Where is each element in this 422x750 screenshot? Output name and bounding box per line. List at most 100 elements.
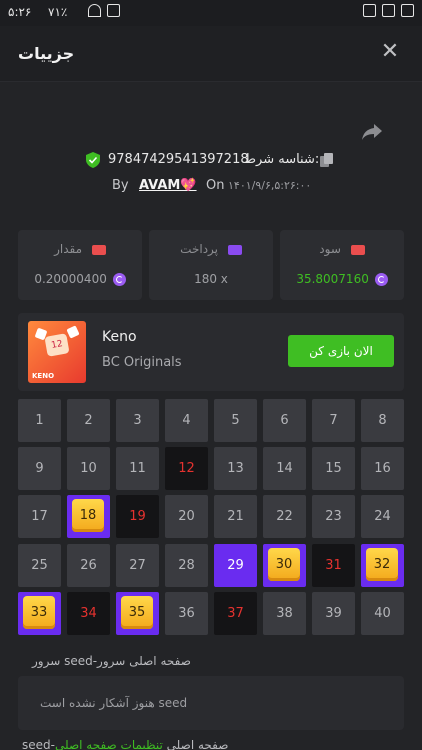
card-icon (227, 244, 242, 255)
number-label: 20 (178, 509, 195, 525)
wager-icon (91, 244, 106, 255)
number-cell-38[interactable]: 38 (263, 591, 306, 635)
image-icon (382, 4, 395, 17)
number-label: 28 (178, 557, 195, 573)
number-label: 6 (280, 413, 289, 428)
play-now-button[interactable]: الان بازی کن (288, 335, 394, 367)
number-label: 19 (129, 509, 146, 525)
number-label: 16 (374, 461, 391, 477)
number-cell-4[interactable]: 4 (165, 399, 208, 442)
stat-profit-value: 35.8007160 (296, 272, 369, 286)
number-cell-18[interactable]: 18 (67, 495, 110, 539)
thumb-logo-text: KENO (32, 372, 55, 380)
number-cell-19[interactable]: 19 (116, 495, 159, 539)
username-link[interactable]: AVAM💖 (139, 178, 197, 193)
stat-wager: مقدار 0.20000400 (18, 230, 142, 300)
number-cell-11[interactable]: 11 (116, 447, 159, 491)
number-label: 36 (178, 605, 195, 621)
number-cell-10[interactable]: 10 (67, 447, 110, 491)
settings-link[interactable]: تنظیمات صفحه اصلی (55, 738, 163, 750)
number-cell-26[interactable]: 26 (67, 543, 110, 587)
number-cell-21[interactable]: 21 (214, 495, 257, 539)
number-label: 26 (80, 557, 97, 573)
gallery-icon (401, 4, 414, 17)
number-cell-8[interactable]: 8 (361, 399, 404, 442)
server-seed-label: سرور seed-صفحه اصلی سرور (32, 654, 191, 668)
number-cell-3[interactable]: 3 (116, 399, 159, 442)
number-label: 4 (182, 413, 191, 428)
stat-payout: پرداخت 180 x (149, 230, 273, 300)
details-header: جزییات ✕ (0, 26, 422, 82)
keno-number-grid: 1 2 3 4 5 6 7 8 9 10 11 12 13 14 15 16 17 18 19 20 21 22 23 24 2… (18, 399, 404, 635)
number-cell-25[interactable]: 25 (18, 543, 61, 587)
number-label: 22 (276, 509, 293, 525)
number-cell-17[interactable]: 17 (18, 495, 61, 539)
hit-tile: 35 (121, 595, 153, 629)
number-cell-20[interactable]: 20 (165, 495, 208, 539)
number-cell-30[interactable]: 30 (263, 543, 306, 587)
hit-tile: 30 (268, 547, 300, 581)
close-icon[interactable]: ✕ (378, 40, 402, 64)
number-label: 14 (276, 461, 293, 477)
number-cell-5[interactable]: 5 (214, 399, 257, 442)
number-label: 12 (178, 461, 195, 477)
number-cell-27[interactable]: 27 (116, 543, 159, 587)
keno-thumbnail[interactable]: 12 KENO (28, 321, 86, 383)
number-cell-29[interactable]: 29 (214, 543, 257, 587)
thumb-small-tile (66, 325, 80, 339)
mute-icon (107, 4, 120, 17)
number-cell-36[interactable]: 36 (165, 591, 208, 635)
hit-tile: 18 (72, 499, 104, 533)
number-cell-15[interactable]: 15 (312, 447, 355, 491)
number-label: 27 (129, 557, 146, 573)
number-cell-23[interactable]: 23 (312, 495, 355, 539)
number-label: 34 (80, 605, 97, 621)
number-label: 3 (133, 413, 142, 428)
number-cell-9[interactable]: 9 (18, 447, 61, 491)
number-cell-34[interactable]: 34 (67, 591, 110, 635)
number-label: 17 (31, 509, 48, 525)
number-label: 2 (84, 413, 93, 428)
number-cell-33[interactable]: 33 (18, 591, 61, 635)
game-card: 12 KENO Keno BC Originals الان بازی کن (18, 313, 404, 391)
stat-profit-label: سود (319, 242, 341, 256)
number-cell-24[interactable]: 24 (361, 495, 404, 539)
coin-icon (374, 273, 388, 286)
stat-wager-label: مقدار (54, 242, 83, 256)
number-cell-2[interactable]: 2 (67, 399, 110, 442)
number-cell-40[interactable]: 40 (361, 591, 404, 635)
number-cell-37[interactable]: 37 (214, 591, 257, 635)
number-cell-31[interactable]: 31 (312, 543, 355, 587)
number-cell-39[interactable]: 39 (312, 591, 355, 635)
hit-tile: 33 (23, 595, 55, 629)
copy-icon[interactable] (320, 153, 333, 167)
number-cell-35[interactable]: 35 (116, 591, 159, 635)
number-cell-28[interactable]: 28 (165, 543, 208, 587)
number-label: 8 (378, 413, 387, 428)
bet-id: 97847429541397218 (108, 152, 249, 167)
coin-icon (112, 273, 126, 286)
number-cell-32[interactable]: 32 (361, 543, 404, 587)
number-cell-1[interactable]: 1 (18, 399, 61, 442)
stat-payout-value: 180 x (194, 272, 228, 286)
number-cell-22[interactable]: 22 (263, 495, 306, 539)
bet-byline: By AVAM💖 On ۱۴۰۱/۹/۶,۵:۲۶:۰۰ (0, 178, 422, 196)
number-cell-16[interactable]: 16 (361, 447, 404, 491)
battery-level: ۷۱٪ (48, 5, 68, 19)
stat-wager-value: 0.20000400 (34, 272, 107, 286)
on-label: On (206, 178, 225, 193)
game-provider: BC Originals (102, 355, 182, 370)
share-icon[interactable] (360, 122, 384, 142)
number-cell-7[interactable]: 7 (312, 399, 355, 442)
number-cell-14[interactable]: 14 (263, 447, 306, 491)
number-cell-12[interactable]: 12 (165, 447, 208, 491)
number-label: 23 (325, 509, 342, 525)
number-label: 40 (374, 605, 391, 621)
game-name: Keno (102, 329, 137, 345)
number-label: 1 (35, 413, 44, 428)
number-label: 38 (276, 605, 293, 621)
clock: ۵:۲۶ (8, 5, 32, 19)
number-cell-6[interactable]: 6 (263, 399, 306, 442)
system-icons (88, 4, 120, 17)
number-cell-13[interactable]: 13 (214, 447, 257, 491)
